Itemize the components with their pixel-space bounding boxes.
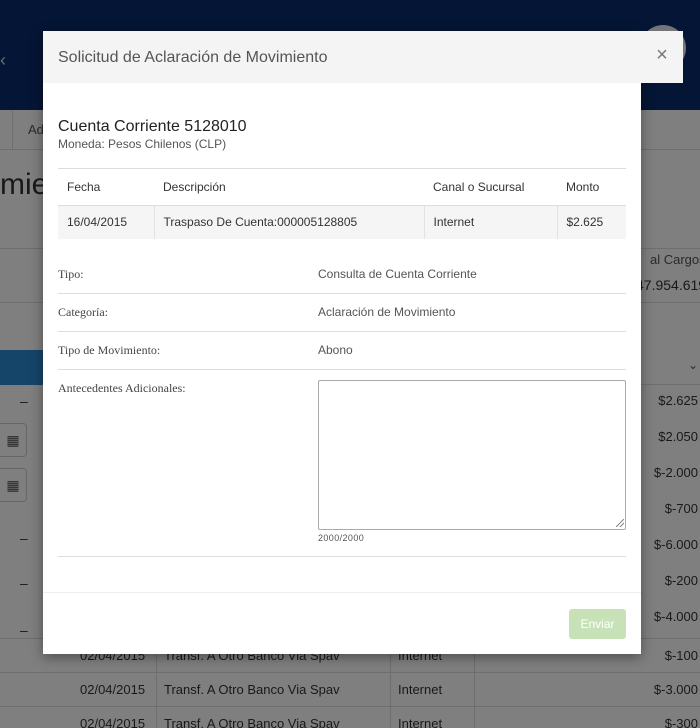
column-header-channel: Canal o Sucursal xyxy=(424,168,557,206)
tipo-movimiento-value: Abono xyxy=(318,343,353,357)
resize-handle-icon[interactable] xyxy=(616,519,624,527)
tipo-value: Consulta de Cuenta Corriente xyxy=(318,267,477,281)
account-title: Cuenta Corriente 5128010 xyxy=(58,118,247,135)
column-header-date: Fecha xyxy=(58,168,154,206)
categoria-label: Categoría: xyxy=(58,305,108,319)
modal-title: Solicitud de Aclaración de Movimiento xyxy=(58,49,328,66)
column-header-description: Descripción xyxy=(154,168,424,206)
form-row-categoria: Categoría: Aclaración de Movimiento xyxy=(58,294,626,332)
clarification-request-modal: Solicitud de Aclaración de Movimiento × … xyxy=(43,31,683,654)
character-counter: 2000/2000 xyxy=(318,533,365,543)
account-currency: Moneda: Pesos Chilenos (CLP) xyxy=(58,137,227,151)
categoria-value: Aclaración de Movimiento xyxy=(318,305,456,319)
form-row-tipo: Tipo: Consulta de Cuenta Corriente xyxy=(58,255,626,294)
table-row: 16/04/2015 Traspaso De Cuenta:0000051288… xyxy=(58,205,626,239)
modal-footer-divider xyxy=(43,592,641,593)
tipo-movimiento-label: Tipo de Movimiento: xyxy=(58,343,161,357)
send-button[interactable]: Enviar xyxy=(569,609,626,639)
row-date: 16/04/2015 xyxy=(58,205,154,239)
column-header-amount: Monto xyxy=(557,168,626,206)
close-icon[interactable]: × xyxy=(652,45,672,65)
movement-table: Fecha Descripción Canal o Sucursal Monto… xyxy=(58,168,626,239)
modal-header: Solicitud de Aclaración de Movimiento xyxy=(43,31,641,83)
tipo-label: Tipo: xyxy=(58,267,84,281)
table-header-row: Fecha Descripción Canal o Sucursal Monto xyxy=(58,168,626,206)
close-button[interactable]: × xyxy=(641,31,683,83)
row-description: Traspaso De Cuenta:000005128805 xyxy=(153,205,424,239)
antecedentes-label: Antecedentes Adicionales: xyxy=(58,381,186,395)
antecedentes-textarea[interactable] xyxy=(318,380,626,530)
row-channel: Internet xyxy=(423,205,557,239)
row-amount: $2.625 xyxy=(556,205,626,239)
form-row-tipo-movimiento: Tipo de Movimiento: Abono xyxy=(58,332,626,370)
